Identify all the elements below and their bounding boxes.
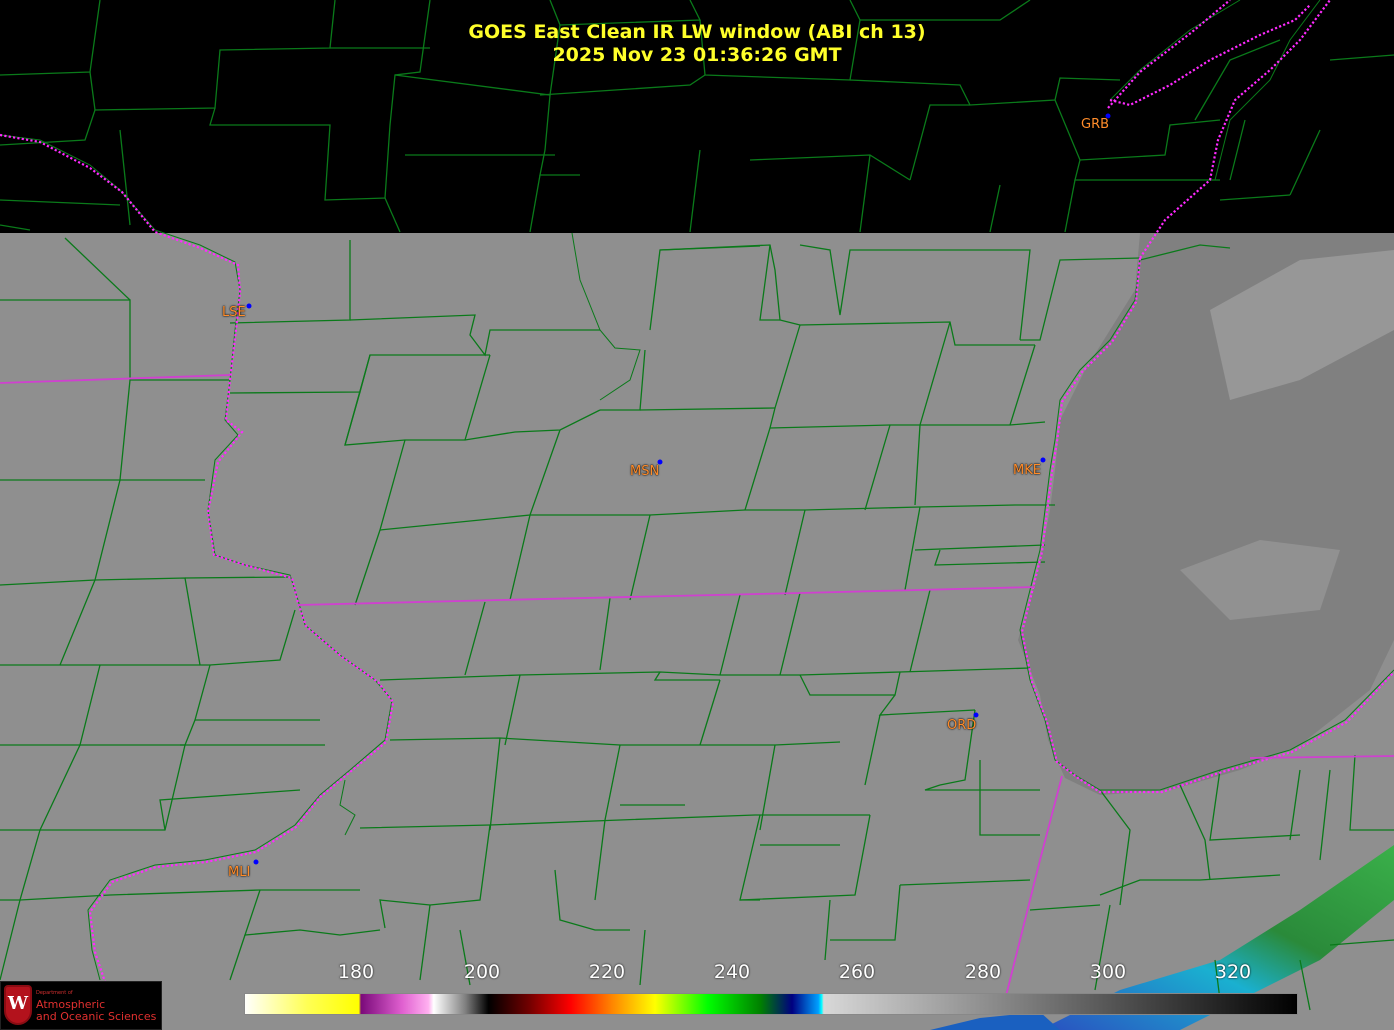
colorbar-tick: 220	[588, 961, 626, 983]
image-timestamp: 2025 Nov 23 01:36:26 GMT	[552, 44, 842, 66]
station-label-lse: LSE	[222, 305, 246, 320]
station-label-grb: GRB	[1081, 117, 1110, 132]
colorbar-tick: 300	[1089, 961, 1127, 983]
logo-line2: and Oceanic Sciences	[36, 1010, 157, 1023]
colorbar-tick: 180	[337, 961, 375, 983]
colorbar-tick: 320	[1214, 961, 1252, 983]
colorbar-tick: 280	[964, 961, 1002, 983]
station-label-mli: MLI	[228, 865, 251, 880]
colorbar-tick: 260	[838, 961, 876, 983]
colorbar-tick: 240	[713, 961, 751, 983]
logo-dept-text: Department of	[36, 990, 73, 996]
colorbar-tick: 200	[463, 961, 501, 983]
station-dot-ord	[973, 712, 979, 718]
colorbar	[244, 993, 1298, 1015]
station-label-mke: MKE	[1013, 463, 1041, 478]
station-dot-lse	[246, 303, 252, 309]
image-title: GOES East Clean IR LW window (ABI ch 13)	[468, 21, 926, 43]
station-dot-mli	[253, 859, 259, 865]
station-label-ord: ORD	[947, 718, 977, 733]
station-label-msn: MSN	[630, 464, 660, 479]
satellite-map	[0, 0, 1394, 1030]
uw-crest-icon: W	[4, 985, 32, 1025]
station-dot-mke	[1040, 457, 1046, 463]
aos-logo: W Department of Atmospheric and Oceanic …	[0, 981, 162, 1030]
